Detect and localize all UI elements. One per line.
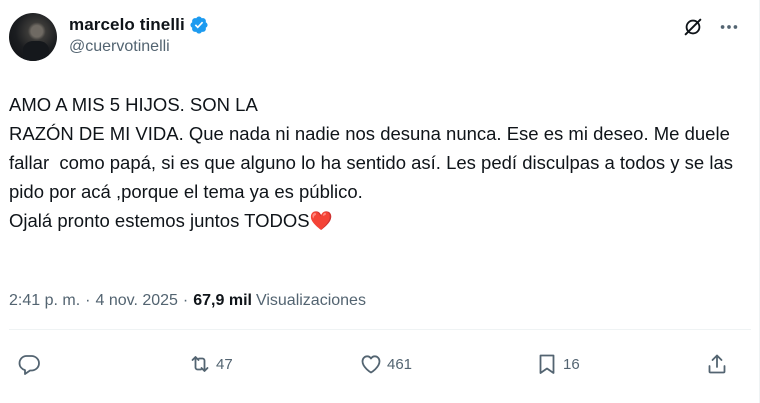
meta-separator: · <box>182 292 189 309</box>
verified-badge-icon <box>189 15 209 35</box>
tweet-time[interactable]: 2:41 p. m. <box>9 292 80 310</box>
bookmark-icon <box>535 352 559 376</box>
display-name[interactable]: marcelo tinelli <box>69 15 185 35</box>
reply-icon <box>17 352 41 376</box>
divider <box>9 329 751 330</box>
tweet-header: marcelo tinelli @cuervotinelli <box>69 14 209 56</box>
tweet-card: marcelo tinelli @cuervotinelli AMO A MIS… <box>0 0 760 403</box>
views-label: Visualizaciones <box>255 292 366 309</box>
action-bar: 47 461 16 <box>0 352 760 386</box>
tweet-meta: 2:41 p. m. · 4 nov. 2025 · 67,9 mil Visu… <box>9 292 366 310</box>
grok-icon[interactable] <box>682 16 704 38</box>
user-handle[interactable]: @cuervotinelli <box>69 38 209 56</box>
heart-emoji: ❤️ <box>309 210 333 231</box>
meta-separator: · <box>85 292 91 309</box>
name-row: marcelo tinelli <box>69 14 209 36</box>
repost-icon <box>188 352 212 376</box>
like-button[interactable]: 461 <box>359 352 412 376</box>
like-count: 461 <box>387 355 413 373</box>
tweet-date[interactable]: 4 nov. 2025 <box>95 292 177 310</box>
share-button[interactable] <box>705 352 729 376</box>
heart-icon <box>359 352 383 376</box>
bookmark-count: 16 <box>563 355 580 373</box>
reply-button[interactable] <box>17 352 45 376</box>
tweet-text: AMO A MIS 5 HIJOS. SON LA RAZÓN DE MI VI… <box>9 90 744 235</box>
repost-button[interactable]: 47 <box>188 352 233 376</box>
views-count: 67,9 mil <box>193 292 252 309</box>
bookmark-button[interactable]: 16 <box>535 352 580 376</box>
avatar[interactable] <box>9 13 57 61</box>
more-options-icon[interactable] <box>718 16 740 38</box>
repost-count: 47 <box>216 355 233 373</box>
tweet-body: AMO A MIS 5 HIJOS. SON LA RAZÓN DE MI VI… <box>9 94 734 231</box>
top-actions <box>682 16 740 38</box>
share-icon <box>705 352 729 376</box>
